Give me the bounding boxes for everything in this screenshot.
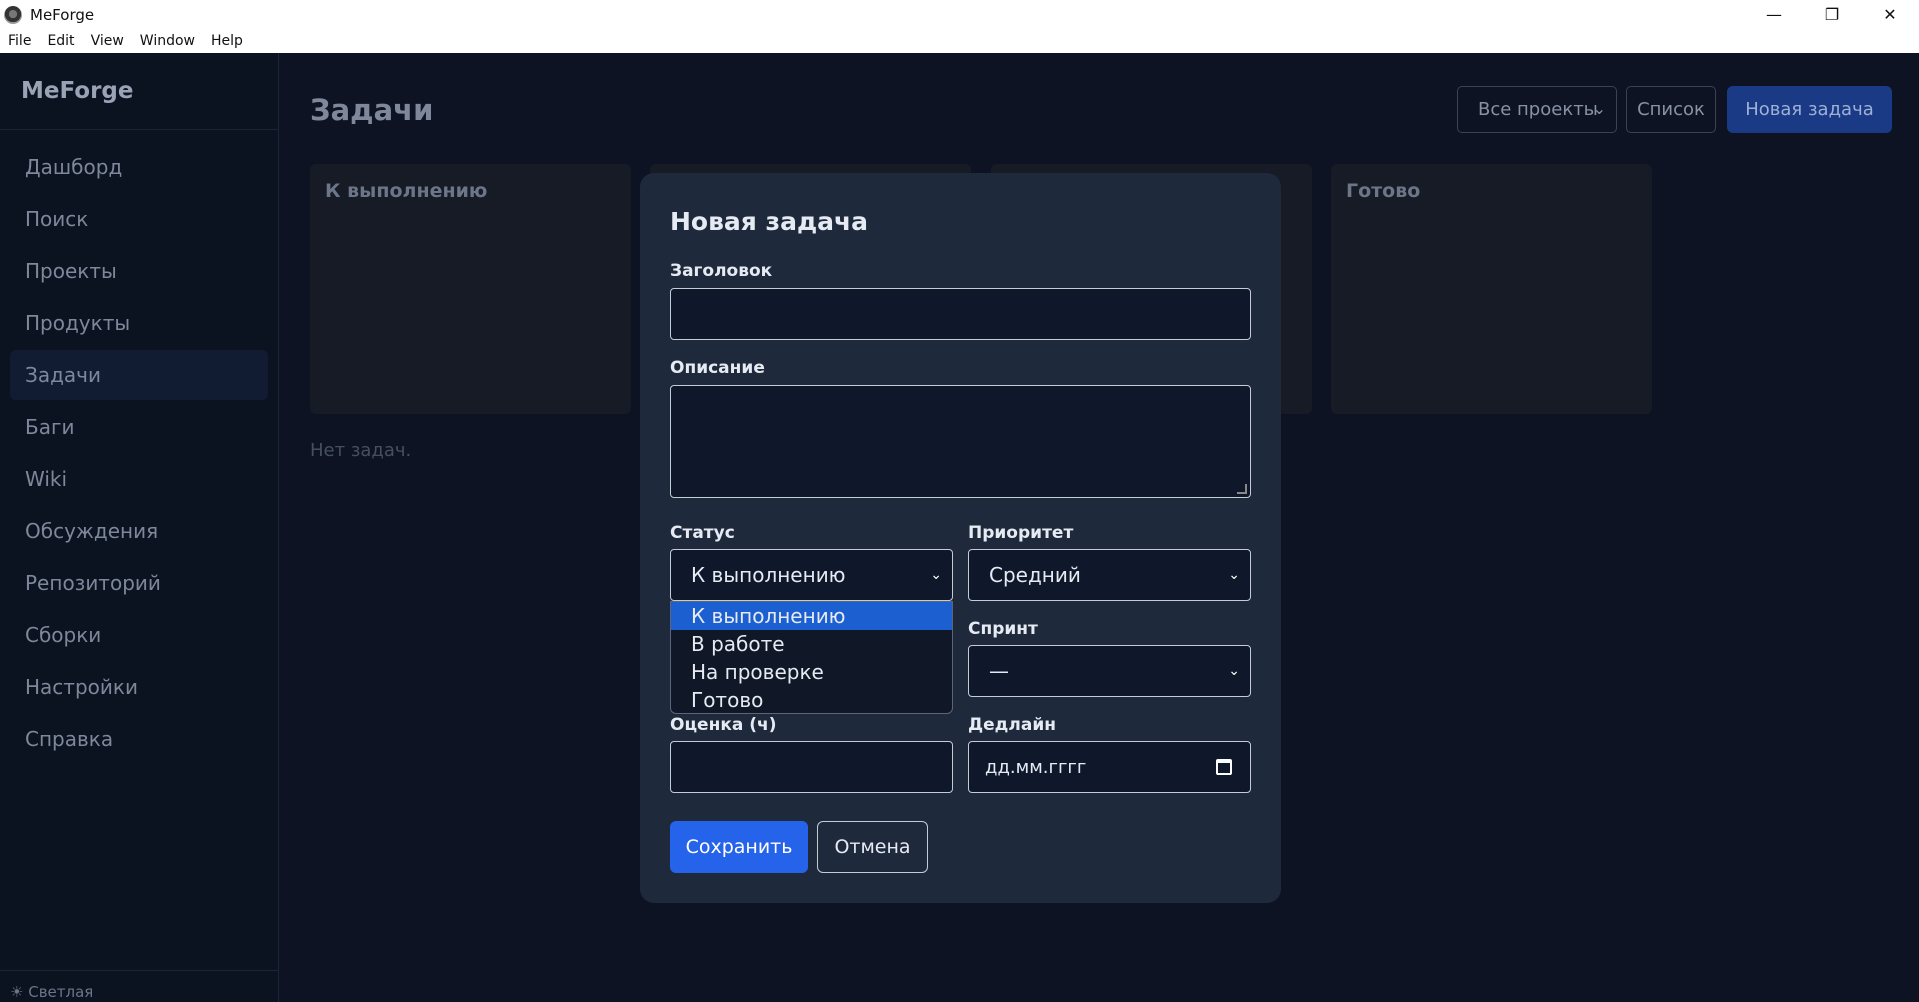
title-input[interactable]	[670, 288, 1251, 340]
list-view-button[interactable]: Список	[1626, 86, 1716, 133]
status-option-todo[interactable]: К выполнению	[671, 602, 952, 630]
priority-select[interactable]: Средний ⌄	[968, 549, 1251, 601]
column-title: Готово	[1346, 180, 1421, 202]
cancel-button[interactable]: Отмена	[817, 821, 928, 873]
project-filter-select[interactable]: Все проекты ⌄	[1457, 86, 1617, 133]
theme-toggle[interactable]: ☀ Светлая	[0, 970, 279, 1002]
brand-logo: MeForge	[0, 53, 278, 130]
board-column-done: Готово	[1331, 164, 1652, 414]
estimate-input[interactable]	[670, 741, 953, 793]
sidebar-item-help[interactable]: Справка	[10, 714, 268, 764]
sprint-value: —	[989, 659, 1009, 683]
menu-help[interactable]: Help	[203, 33, 251, 49]
sidebar-item-wiki[interactable]: Wiki	[10, 454, 268, 504]
sidebar-item-repository[interactable]: Репозиторий	[10, 558, 268, 608]
deadline-placeholder: дд.мм.гггг	[985, 756, 1087, 778]
status-label: Статус	[670, 523, 735, 543]
deadline-input[interactable]: дд.мм.гггг	[968, 741, 1251, 793]
chevron-down-icon: ⌄	[1228, 663, 1240, 679]
menu-window[interactable]: Window	[132, 33, 203, 49]
deadline-label: Дедлайн	[968, 715, 1056, 735]
chevron-down-icon: ⌄	[1228, 567, 1240, 583]
window-title: MeForge	[30, 5, 95, 24]
new-task-button[interactable]: Новая задача	[1727, 86, 1892, 133]
calendar-icon[interactable]	[1216, 759, 1232, 775]
window-controls: — ❐ ✕	[1745, 0, 1919, 29]
menu-view[interactable]: View	[83, 33, 132, 49]
sidebar-item-projects[interactable]: Проекты	[10, 246, 268, 296]
sidebar-item-builds[interactable]: Сборки	[10, 610, 268, 660]
sidebar: MeForge Дашборд Поиск Проекты Продукты З…	[0, 53, 279, 1002]
menu-file[interactable]: File	[0, 33, 39, 49]
empty-state-text: Нет задач.	[310, 440, 412, 461]
board-column-todo: К выполнению	[310, 164, 631, 414]
status-value: К выполнению	[691, 563, 846, 587]
status-option-review[interactable]: На проверке	[671, 658, 952, 686]
sidebar-item-tasks[interactable]: Задачи	[10, 350, 268, 400]
sprint-label: Спринт	[968, 619, 1038, 639]
modal-title: Новая задача	[670, 207, 869, 236]
sidebar-item-search[interactable]: Поиск	[10, 194, 268, 244]
priority-label: Приоритет	[968, 523, 1074, 543]
chevron-down-icon: ⌄	[930, 567, 942, 583]
status-option-in-progress[interactable]: В работе	[671, 630, 952, 658]
save-button[interactable]: Сохранить	[670, 821, 808, 873]
title-label: Заголовок	[670, 261, 773, 281]
minimize-icon[interactable]: —	[1745, 0, 1803, 29]
chevron-down-icon: ⌄	[1592, 99, 1606, 118]
sidebar-item-settings[interactable]: Настройки	[10, 662, 268, 712]
sprint-select[interactable]: — ⌄	[968, 645, 1251, 697]
status-dropdown-list: К выполнению В работе На проверке Готово	[670, 601, 953, 714]
priority-value: Средний	[989, 563, 1081, 587]
sidebar-item-dashboard[interactable]: Дашборд	[10, 142, 268, 192]
project-filter-value: Все проекты	[1478, 99, 1598, 120]
status-option-done[interactable]: Готово	[671, 686, 952, 713]
sidebar-nav: Дашборд Поиск Проекты Продукты Задачи Ба…	[0, 130, 278, 764]
restore-icon[interactable]: ❐	[1803, 0, 1861, 29]
resize-handle-icon[interactable]	[1237, 484, 1247, 494]
estimate-label: Оценка (ч)	[670, 715, 777, 735]
menu-edit[interactable]: Edit	[39, 33, 82, 49]
app-icon	[4, 5, 22, 24]
column-title: К выполнению	[325, 180, 488, 202]
title-bar: MeForge — ❐ ✕	[0, 0, 1919, 29]
menu-bar: File Edit View Window Help	[0, 29, 1919, 53]
description-label: Описание	[670, 358, 765, 378]
page-title: Задачи	[310, 93, 434, 127]
sidebar-item-bugs[interactable]: Баги	[10, 402, 268, 452]
close-icon[interactable]: ✕	[1861, 0, 1919, 29]
sidebar-item-products[interactable]: Продукты	[10, 298, 268, 348]
description-textarea[interactable]	[670, 385, 1251, 498]
new-task-modal: Новая задача Заголовок Описание Статус К…	[640, 173, 1281, 903]
sidebar-item-discussions[interactable]: Обсуждения	[10, 506, 268, 556]
status-select[interactable]: К выполнению ⌄	[670, 549, 953, 601]
